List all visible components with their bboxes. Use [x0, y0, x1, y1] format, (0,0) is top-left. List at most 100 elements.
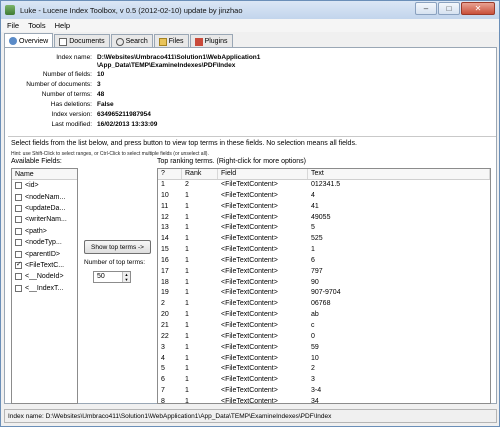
spinner-arrows[interactable]: ▲ ▼	[122, 272, 130, 282]
table-cell: <FileTextContent>	[221, 376, 278, 384]
table-row[interactable]: 12 1 <FileTextContent> 49055	[158, 213, 490, 224]
table-row[interactable]: 21 1 <FileTextContent> c	[158, 321, 490, 332]
field-checkbox[interactable]	[15, 250, 22, 258]
menu-help[interactable]: Help	[55, 21, 70, 30]
field-list[interactable]: Name <id> <nodeNam... <updateDa... <writerN…	[11, 168, 78, 404]
table-cell: 1	[185, 365, 189, 373]
tab-overview[interactable]: Overview	[4, 33, 54, 48]
table-row[interactable]: 19 1 <FileTextContent> 907-9704	[158, 288, 490, 299]
table-row[interactable]: 22 1 <FileTextContent> 0	[158, 332, 490, 343]
tab-plugins[interactable]: Plugins	[189, 34, 233, 48]
table-cell: 907-9704	[311, 289, 341, 297]
top-terms-table[interactable]: ? Rank Field Text 1 2 <FileTextContent> 012…	[157, 168, 491, 404]
field-list-item[interactable]: <id>	[12, 180, 77, 191]
show-top-terms-button[interactable]: Show top terms ->	[84, 240, 151, 254]
table-cell: 1	[185, 332, 189, 340]
column-header[interactable]: Field	[218, 169, 308, 179]
field-list-item[interactable]: <path>	[12, 226, 77, 237]
field-list-header[interactable]: Name	[12, 169, 77, 180]
spin-down-icon[interactable]: ▼	[123, 277, 130, 282]
table-cell: <FileTextContent>	[221, 267, 278, 275]
field-list-item[interactable]: <nodeTyp...	[12, 237, 77, 248]
table-row[interactable]: 15 1 <FileTextContent> 1	[158, 245, 490, 256]
table-cell: 6	[161, 376, 165, 384]
field-checkbox[interactable]	[15, 204, 22, 212]
table-cell: 1	[185, 354, 189, 362]
table-row[interactable]: 1 2 <FileTextContent> 012341.5	[158, 180, 490, 191]
table-row[interactable]: 2 1 <FileTextContent> 06768	[158, 299, 490, 310]
tab-documents[interactable]: Documents	[54, 34, 110, 48]
tab-label: Search	[125, 38, 148, 45]
field-list-item[interactable]: <FileTextC...	[12, 260, 77, 271]
table-row[interactable]: 5 1 <FileTextContent> 2	[158, 364, 490, 375]
menu-tools[interactable]: Tools	[28, 21, 46, 30]
tab-label: Files	[168, 38, 184, 45]
table-cell: 0	[311, 332, 315, 340]
tab-files[interactable]: Files	[153, 34, 189, 48]
table-row[interactable]: 11 1 <FileTextContent> 41	[158, 202, 490, 213]
num-top-terms-spinner[interactable]: 50 ▲ ▼	[93, 271, 131, 283]
field-list-item[interactable]: <__IndexT...	[12, 283, 77, 294]
table-row[interactable]: 18 1 <FileTextContent> 90	[158, 278, 490, 289]
table-cell: 2	[311, 365, 315, 373]
table-cell: <FileTextContent>	[221, 387, 278, 395]
info-label: Number of terms:	[41, 91, 92, 98]
table-cell: 90	[311, 278, 319, 286]
table-cell: <FileTextContent>	[221, 321, 278, 329]
table-row[interactable]: 10 1 <FileTextContent> 4	[158, 191, 490, 202]
field-list-item[interactable]: <writerNam...	[12, 214, 77, 225]
table-cell: 1	[311, 246, 315, 254]
field-checkbox[interactable]	[15, 239, 22, 247]
menu-bar: File Tools Help	[1, 19, 499, 32]
table-row[interactable]: 14 1 <FileTextContent> 525	[158, 234, 490, 245]
table-cell: <FileTextContent>	[221, 202, 278, 210]
table-cell: 7	[161, 387, 165, 395]
table-cell: <FileTextContent>	[221, 332, 278, 340]
table-cell: 1	[185, 278, 189, 286]
field-name: <parentID>	[25, 250, 61, 258]
table-row[interactable]: 3 1 <FileTextContent> 59	[158, 343, 490, 354]
table-row[interactable]: 17 1 <FileTextContent> 797	[158, 267, 490, 278]
table-cell: <FileTextContent>	[221, 213, 278, 221]
field-checkbox[interactable]	[15, 273, 22, 281]
minimize-button[interactable]: –	[415, 2, 437, 15]
field-name: <nodeTyp...	[25, 239, 62, 247]
table-row[interactable]: 4 1 <FileTextContent> 10	[158, 354, 490, 365]
column-header[interactable]: ?	[158, 169, 182, 179]
table-row[interactable]: 16 1 <FileTextContent> 6	[158, 256, 490, 267]
field-checkbox[interactable]	[15, 182, 22, 190]
maximize-button[interactable]: □	[438, 2, 460, 15]
table-row[interactable]: 6 1 <FileTextContent> 3	[158, 375, 490, 386]
table-cell: 8	[161, 397, 165, 404]
tab-search[interactable]: Search	[110, 34, 153, 48]
field-checkbox[interactable]	[15, 216, 22, 224]
column-header[interactable]: Rank	[182, 169, 218, 179]
info-row: \App_Data\TEMP\ExamineIndexes\PDF\Index	[5, 62, 305, 71]
field-list-item[interactable]: <parentID>	[12, 248, 77, 259]
num-top-terms-value[interactable]: 50	[94, 272, 122, 282]
column-header[interactable]: Text	[308, 169, 490, 179]
table-row[interactable]: 8 1 <FileTextContent> 34	[158, 397, 490, 404]
app-window: Luke - Lucene Index Toolbox, v 0.5 (2012…	[0, 0, 500, 427]
field-list-item[interactable]: <updateDa...	[12, 203, 77, 214]
close-button[interactable]: ✕	[461, 2, 495, 15]
divider	[8, 136, 496, 137]
plugins-icon	[194, 37, 203, 46]
info-value: 10	[97, 71, 105, 78]
table-row[interactable]: 20 1 <FileTextContent> ab	[158, 310, 490, 321]
field-checkbox[interactable]	[15, 193, 22, 201]
table-cell: 19	[161, 289, 169, 297]
field-list-item[interactable]: <nodeNam...	[12, 191, 77, 202]
table-row[interactable]: 7 1 <FileTextContent> 3-4	[158, 386, 490, 397]
table-cell: 34	[311, 397, 319, 404]
field-list-item[interactable]: <__NodeId>	[12, 271, 77, 282]
table-cell: 797	[311, 267, 323, 275]
field-checkbox[interactable]	[15, 284, 22, 292]
field-checkbox[interactable]	[15, 260, 22, 269]
table-row[interactable]: 13 1 <FileTextContent> 5	[158, 223, 490, 234]
menu-file[interactable]: File	[7, 21, 19, 30]
top-terms-label: Top ranking terms. (Right-click for more…	[157, 158, 306, 165]
field-checkbox[interactable]	[15, 227, 22, 235]
info-value: 634965211987954	[97, 111, 151, 118]
table-cell: 11	[161, 202, 169, 210]
